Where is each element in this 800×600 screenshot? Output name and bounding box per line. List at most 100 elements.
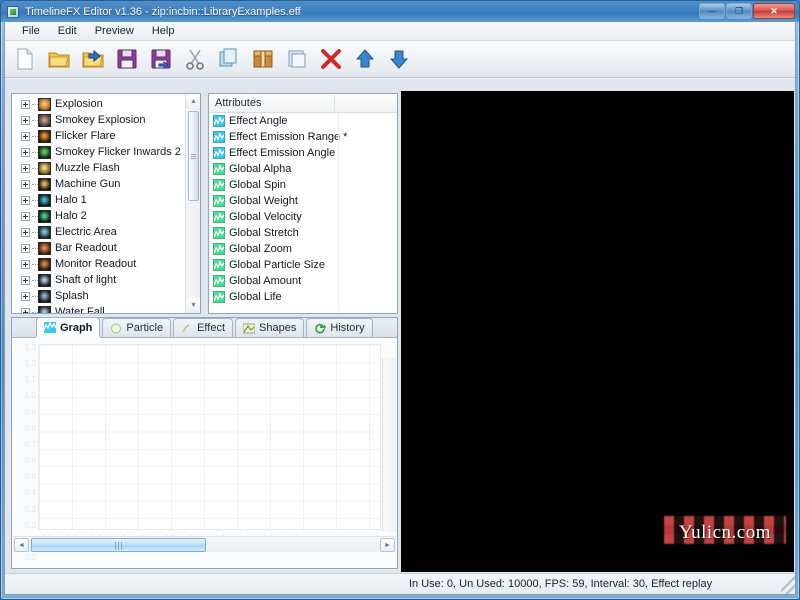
title-bar[interactable]: TimelineFX Editor v1.36 - zip:incbin::Li… [1,1,799,22]
expand-icon[interactable] [21,308,30,315]
tree-item[interactable]: Flicker Flare [12,128,185,144]
expand-icon[interactable] [21,116,30,125]
tab-effect[interactable]: Effect [173,318,233,337]
expand-icon[interactable] [21,100,30,109]
save-as-icon[interactable] [149,47,173,71]
save-icon[interactable] [115,47,139,71]
resize-grip[interactable] [781,574,795,594]
tree-item[interactable]: Splash [12,288,185,304]
tree-item[interactable]: Muzzle Flash [12,160,185,176]
y-tick-label: 1.0 [25,392,36,400]
tab-particle[interactable]: Particle [102,318,171,337]
attribute-row[interactable]: Global Zoom [209,241,397,257]
expand-icon[interactable] [21,228,30,237]
menu-edit[interactable]: Edit [49,23,86,39]
expand-icon[interactable] [21,196,30,205]
maximize-button[interactable]: ❐ [726,3,752,19]
expand-icon[interactable] [21,180,30,189]
preview-viewport[interactable]: Yulicn.com [401,91,794,572]
attribute-row[interactable]: Effect Emission Range * [209,129,397,145]
menu-help[interactable]: Help [143,23,184,39]
tree-item[interactable]: Monitor Readout [12,256,185,272]
duplicate-icon[interactable] [285,47,309,71]
cut-icon[interactable] [183,47,207,71]
tree-item-label: Electric Area [55,226,117,238]
attribute-row[interactable]: Effect Emission Angle [209,145,397,161]
attribute-label: Global Spin [229,179,286,191]
expand-icon[interactable] [21,132,30,141]
tree-item[interactable]: Smokey Explosion [12,112,185,128]
window-frame: TimelineFX Editor v1.36 - zip:incbin::Li… [0,0,800,600]
tree-item[interactable]: Water Fall [12,304,185,314]
minimize-button[interactable]: — [699,3,725,19]
attribute-label: Effect Emission Range * [229,131,347,143]
attribute-row[interactable]: Global Life [209,289,397,305]
attribute-row[interactable]: Global Spin [209,177,397,193]
menu-file[interactable]: File [13,23,49,39]
expand-icon[interactable] [21,212,30,221]
expand-icon[interactable] [21,164,30,173]
attribute-row[interactable]: Effect Angle [209,113,397,129]
history-icon [314,323,326,334]
y-tick-label: 1.3 [25,344,36,352]
tree-scroll-up-icon[interactable]: ▲ [186,94,201,109]
move-down-icon[interactable] [387,47,411,71]
graph-vertical-scrollbar[interactable] [382,358,397,532]
expand-icon[interactable] [21,244,30,253]
attribute-row[interactable]: Global Stretch [209,225,397,241]
graph-curve-icon [213,147,225,159]
attribute-row[interactable]: Global Velocity [209,209,397,225]
graph-curve-icon [213,179,225,191]
tab-graph[interactable]: Graph [36,317,100,337]
tab-label: History [330,322,364,334]
copy-icon[interactable] [217,47,241,71]
expand-icon[interactable] [21,276,30,285]
graph-scroll-right-icon[interactable]: ► [380,538,395,552]
attribute-row[interactable]: Global Particle Size [209,257,397,273]
tree-scroll-down-icon[interactable]: ▼ [186,298,201,313]
attribute-label: Global Alpha [229,163,291,175]
tab-history[interactable]: History [306,318,372,337]
open-effect-icon[interactable] [81,47,105,71]
graph-horizontal-scrollbar[interactable]: ◄ ► [13,536,396,552]
effects-tree-panel[interactable]: Explosion Smokey ExplosionFlicker FlareSm… [11,93,201,314]
expand-icon[interactable] [21,260,30,269]
tree-item[interactable]: Smokey Flicker Inwards 2 [12,144,185,160]
tree-item-label: Explosion [55,98,103,110]
graph-scroll-thumb[interactable] [31,538,206,552]
delete-icon[interactable] [319,47,343,71]
y-tick-label: 0.7 [25,441,36,449]
tree-item[interactable]: Electric Area [12,224,185,240]
tab-label: Particle [126,322,163,334]
tree-item[interactable]: Shaft of light [12,272,185,288]
tree-item[interactable]: Machine Gun [12,176,185,192]
graph-plot-area[interactable] [38,344,381,530]
close-button[interactable]: ✕ [753,3,795,19]
expand-icon[interactable] [21,148,30,157]
graph-scroll-left-icon[interactable]: ◄ [14,538,29,552]
attribute-row[interactable]: Global Alpha [209,161,397,177]
expand-icon[interactable] [21,292,30,301]
menu-preview[interactable]: Preview [86,23,143,39]
open-folder-icon[interactable] [47,47,71,71]
paste-icon[interactable] [251,47,275,71]
tree-item[interactable]: Halo 1 [12,192,185,208]
tree-item[interactable]: Bar Readout [12,240,185,256]
attribute-row[interactable]: Global Amount [209,273,397,289]
graph-curve-icon [213,275,225,287]
move-up-icon[interactable] [353,47,377,71]
tree-vertical-scrollbar[interactable]: ▲ ▼ [185,94,200,313]
effect-icon [181,323,193,334]
attributes-column-divider[interactable] [334,95,335,111]
tree-scroll-thumb[interactable] [188,111,199,201]
tree-item[interactable]: Halo 2 [12,208,185,224]
effect-thumbnail-icon [38,114,51,127]
new-icon[interactable] [13,47,37,71]
tab-shapes[interactable]: Shapes [235,318,304,337]
attribute-label: Global Velocity [229,211,302,223]
attribute-row[interactable]: Global Weight [209,193,397,209]
graph-panel[interactable]: 1.31.21.11.00.90.80.70.60.50.40.30.20.10… [12,338,397,568]
attributes-panel[interactable]: Attributes Effect AngleEffect Emission R… [208,93,398,314]
y-tick-label: 0.5 [25,473,36,481]
tree-item[interactable]: Explosion [12,96,185,112]
